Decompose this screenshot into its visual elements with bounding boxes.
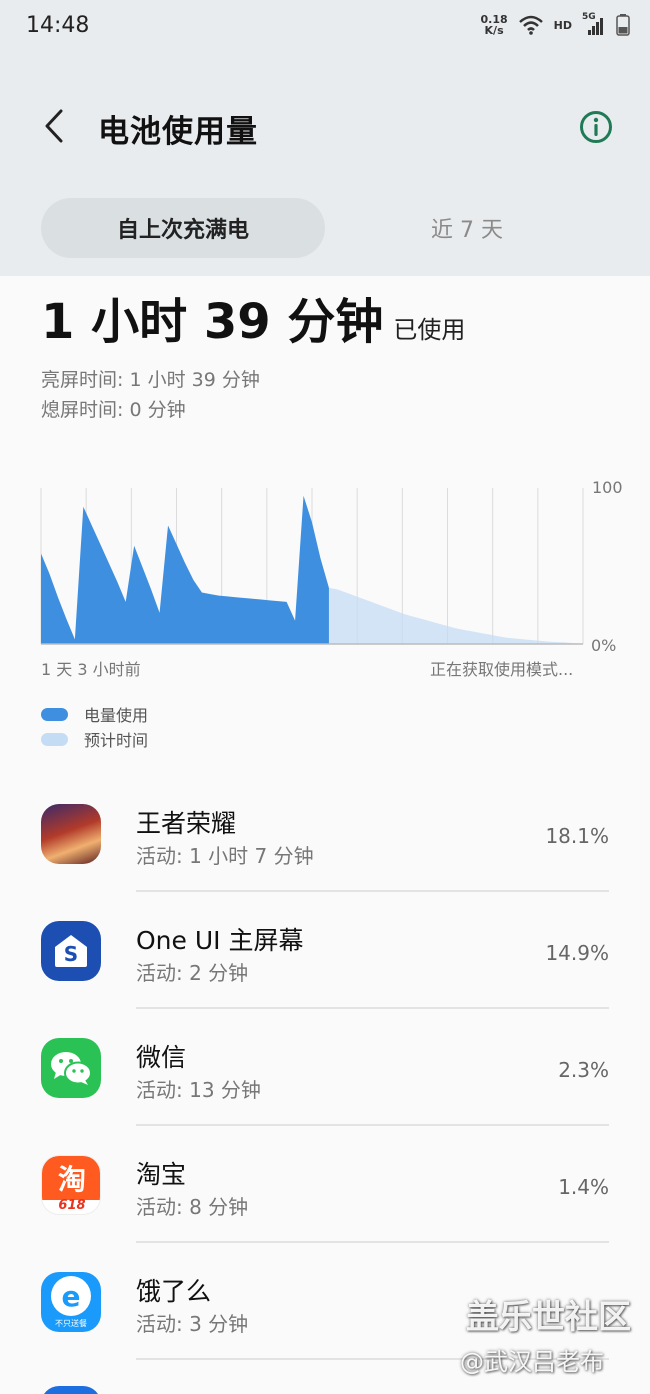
- x-axis-start-label: 1 天 3 小时前: [41, 660, 141, 679]
- wifi-icon: [518, 15, 543, 35]
- back-button[interactable]: [34, 104, 74, 148]
- info-button[interactable]: [576, 107, 616, 147]
- app-percent: 1.4%: [558, 1175, 609, 1199]
- taobao-glyph: 淘: [42, 1156, 100, 1200]
- app-activity: 活动: 2 分钟: [136, 961, 249, 985]
- screen-off-time: 熄屏时间: 0 分钟: [41, 399, 186, 421]
- app-name: One UI 主屏幕: [136, 926, 304, 955]
- app-name: 饿了么: [136, 1277, 212, 1306]
- signal-bars-icon: [588, 18, 603, 35]
- app-row-wechat[interactable]: 微信 活动: 13 分钟 2.3%: [0, 1008, 650, 1125]
- legend-label-usage: 电量使用: [84, 706, 149, 725]
- one-ui-home-icon: S: [41, 921, 101, 981]
- eleme-glyph: e: [51, 1276, 91, 1316]
- app-activity: 活动: 8 分钟: [136, 1195, 249, 1219]
- legend-swatch-usage: [41, 707, 68, 721]
- next-app-icon: [41, 1386, 101, 1394]
- status-bar-icons: 0.18 K/s HD 5G: [481, 12, 630, 36]
- app-row-taobao[interactable]: 淘 618 淘宝 活动: 8 分钟 1.4%: [0, 1125, 650, 1242]
- app-row-honor-of-kings[interactable]: 王者荣耀 活动: 1 小时 7 分钟 18.1%: [0, 774, 650, 891]
- page-title: 电池使用量: [98, 114, 258, 150]
- y-axis-top-label: 100: [592, 478, 623, 497]
- cell-signal-icon: 5G: [582, 12, 606, 36]
- screen-on-time: 亮屏时间: 1 小时 39 分钟: [41, 369, 260, 391]
- net-speed-unit: K/s: [484, 24, 504, 37]
- app-name: 王者荣耀: [136, 809, 237, 838]
- eleme-slogan: 不只送餐: [55, 1319, 87, 1328]
- eleme-icon: e 不只送餐: [41, 1272, 101, 1332]
- legend-item-predicted: 预计时间: [41, 727, 148, 751]
- app-row-one-ui-home[interactable]: S One UI 主屏幕 活动: 2 分钟 14.9%: [0, 891, 650, 1008]
- info-icon: [580, 111, 612, 143]
- legend-label-predicted: 预计时间: [84, 731, 149, 750]
- app-activity: 活动: 3 分钟: [136, 1312, 249, 1336]
- taobao-icon: 淘 618: [41, 1155, 101, 1215]
- tab-last-7-days[interactable]: 近 7 天: [325, 198, 609, 258]
- home-icon-glyph: S: [63, 942, 79, 966]
- wechat-icon: [41, 1038, 101, 1098]
- legend-item-usage: 电量使用: [41, 702, 148, 726]
- app-percent: 2.3%: [558, 1058, 609, 1082]
- honor-of-kings-icon: [41, 804, 101, 864]
- battery-icon: [616, 14, 630, 36]
- app-activity: 活动: 1 小时 7 分钟: [136, 844, 314, 868]
- app-percent: 18.1%: [545, 824, 609, 848]
- y-axis-bottom-label: 0%: [591, 636, 617, 655]
- watermark-community: 盖乐世社区: [466, 1297, 631, 1336]
- battery-usage-chart: [40, 488, 584, 645]
- tab-since-full-charge[interactable]: 自上次充满电: [41, 198, 325, 258]
- used-time-value: 1 小时 39 分钟: [41, 294, 384, 350]
- x-axis-end-label: 正在获取使用模式...: [430, 660, 574, 679]
- used-time-summary: 1 小时 39 分钟 已使用: [41, 282, 465, 352]
- taobao-618-badge: 618: [58, 1198, 86, 1213]
- status-time: 14:48: [26, 13, 90, 38]
- hd-label: HD: [553, 18, 572, 32]
- watermark-author: @武汉吕老布: [460, 1348, 604, 1376]
- app-activity: 活动: 13 分钟: [136, 1078, 261, 1102]
- net-speed: 0.18 K/s: [481, 14, 508, 36]
- usage-area: [41, 495, 329, 644]
- predicted-time-area: [328, 587, 583, 644]
- app-name: 微信: [136, 1043, 187, 1072]
- chevron-left-icon: [45, 109, 63, 143]
- legend-swatch-predicted: [41, 732, 68, 746]
- app-name: 淘宝: [136, 1160, 187, 1189]
- wechat-bubbles-icon: [51, 1052, 92, 1085]
- app-percent: 14.9%: [545, 941, 609, 965]
- used-time-suffix: 已使用: [393, 316, 466, 344]
